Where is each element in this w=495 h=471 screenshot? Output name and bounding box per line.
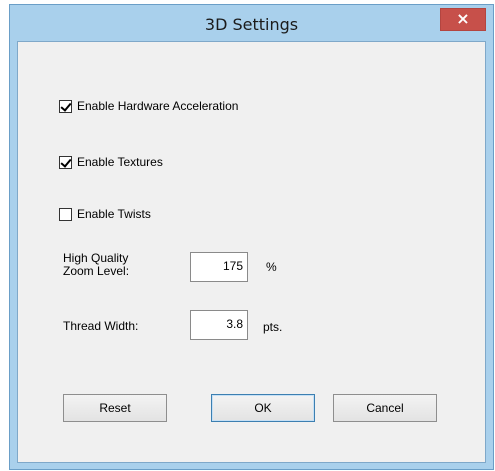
reset-button[interactable]: Reset: [63, 394, 167, 422]
ok-button[interactable]: OK: [211, 394, 315, 422]
textures-option[interactable]: Enable Textures: [59, 154, 163, 170]
zoom-level-label: High Quality Zoom Level:: [63, 252, 129, 278]
cancel-button[interactable]: Cancel: [333, 394, 437, 422]
textures-label: Enable Textures: [77, 155, 163, 169]
zoom-level-input[interactable]: 175: [190, 252, 248, 282]
twists-option[interactable]: Enable Twists: [59, 206, 151, 222]
twists-checkbox[interactable]: [59, 207, 72, 221]
close-icon: ×: [456, 9, 470, 28]
hardware-acceleration-checkbox[interactable]: [59, 99, 72, 113]
dialog-window: 3D Settings × Enable Hardware Accelerati…: [9, 4, 494, 470]
twists-label: Enable Twists: [77, 207, 151, 221]
zoom-unit: %: [266, 260, 277, 274]
dialog-title: 3D Settings: [204, 15, 299, 34]
textures-checkbox[interactable]: [59, 155, 72, 169]
title-bar[interactable]: 3D Settings ×: [10, 5, 493, 45]
zoom-label-line2: Zoom Level:: [63, 264, 130, 278]
thread-width-label: Thread Width:: [63, 319, 139, 333]
thread-width-unit: pts.: [263, 320, 283, 334]
close-button[interactable]: ×: [440, 8, 486, 31]
hardware-acceleration-label: Enable Hardware Acceleration: [77, 99, 239, 113]
thread-width-input[interactable]: 3.8: [190, 310, 248, 340]
hardware-acceleration-option[interactable]: Enable Hardware Acceleration: [59, 98, 238, 114]
dialog-client-area: Enable Hardware Acceleration Enable Text…: [17, 41, 486, 463]
